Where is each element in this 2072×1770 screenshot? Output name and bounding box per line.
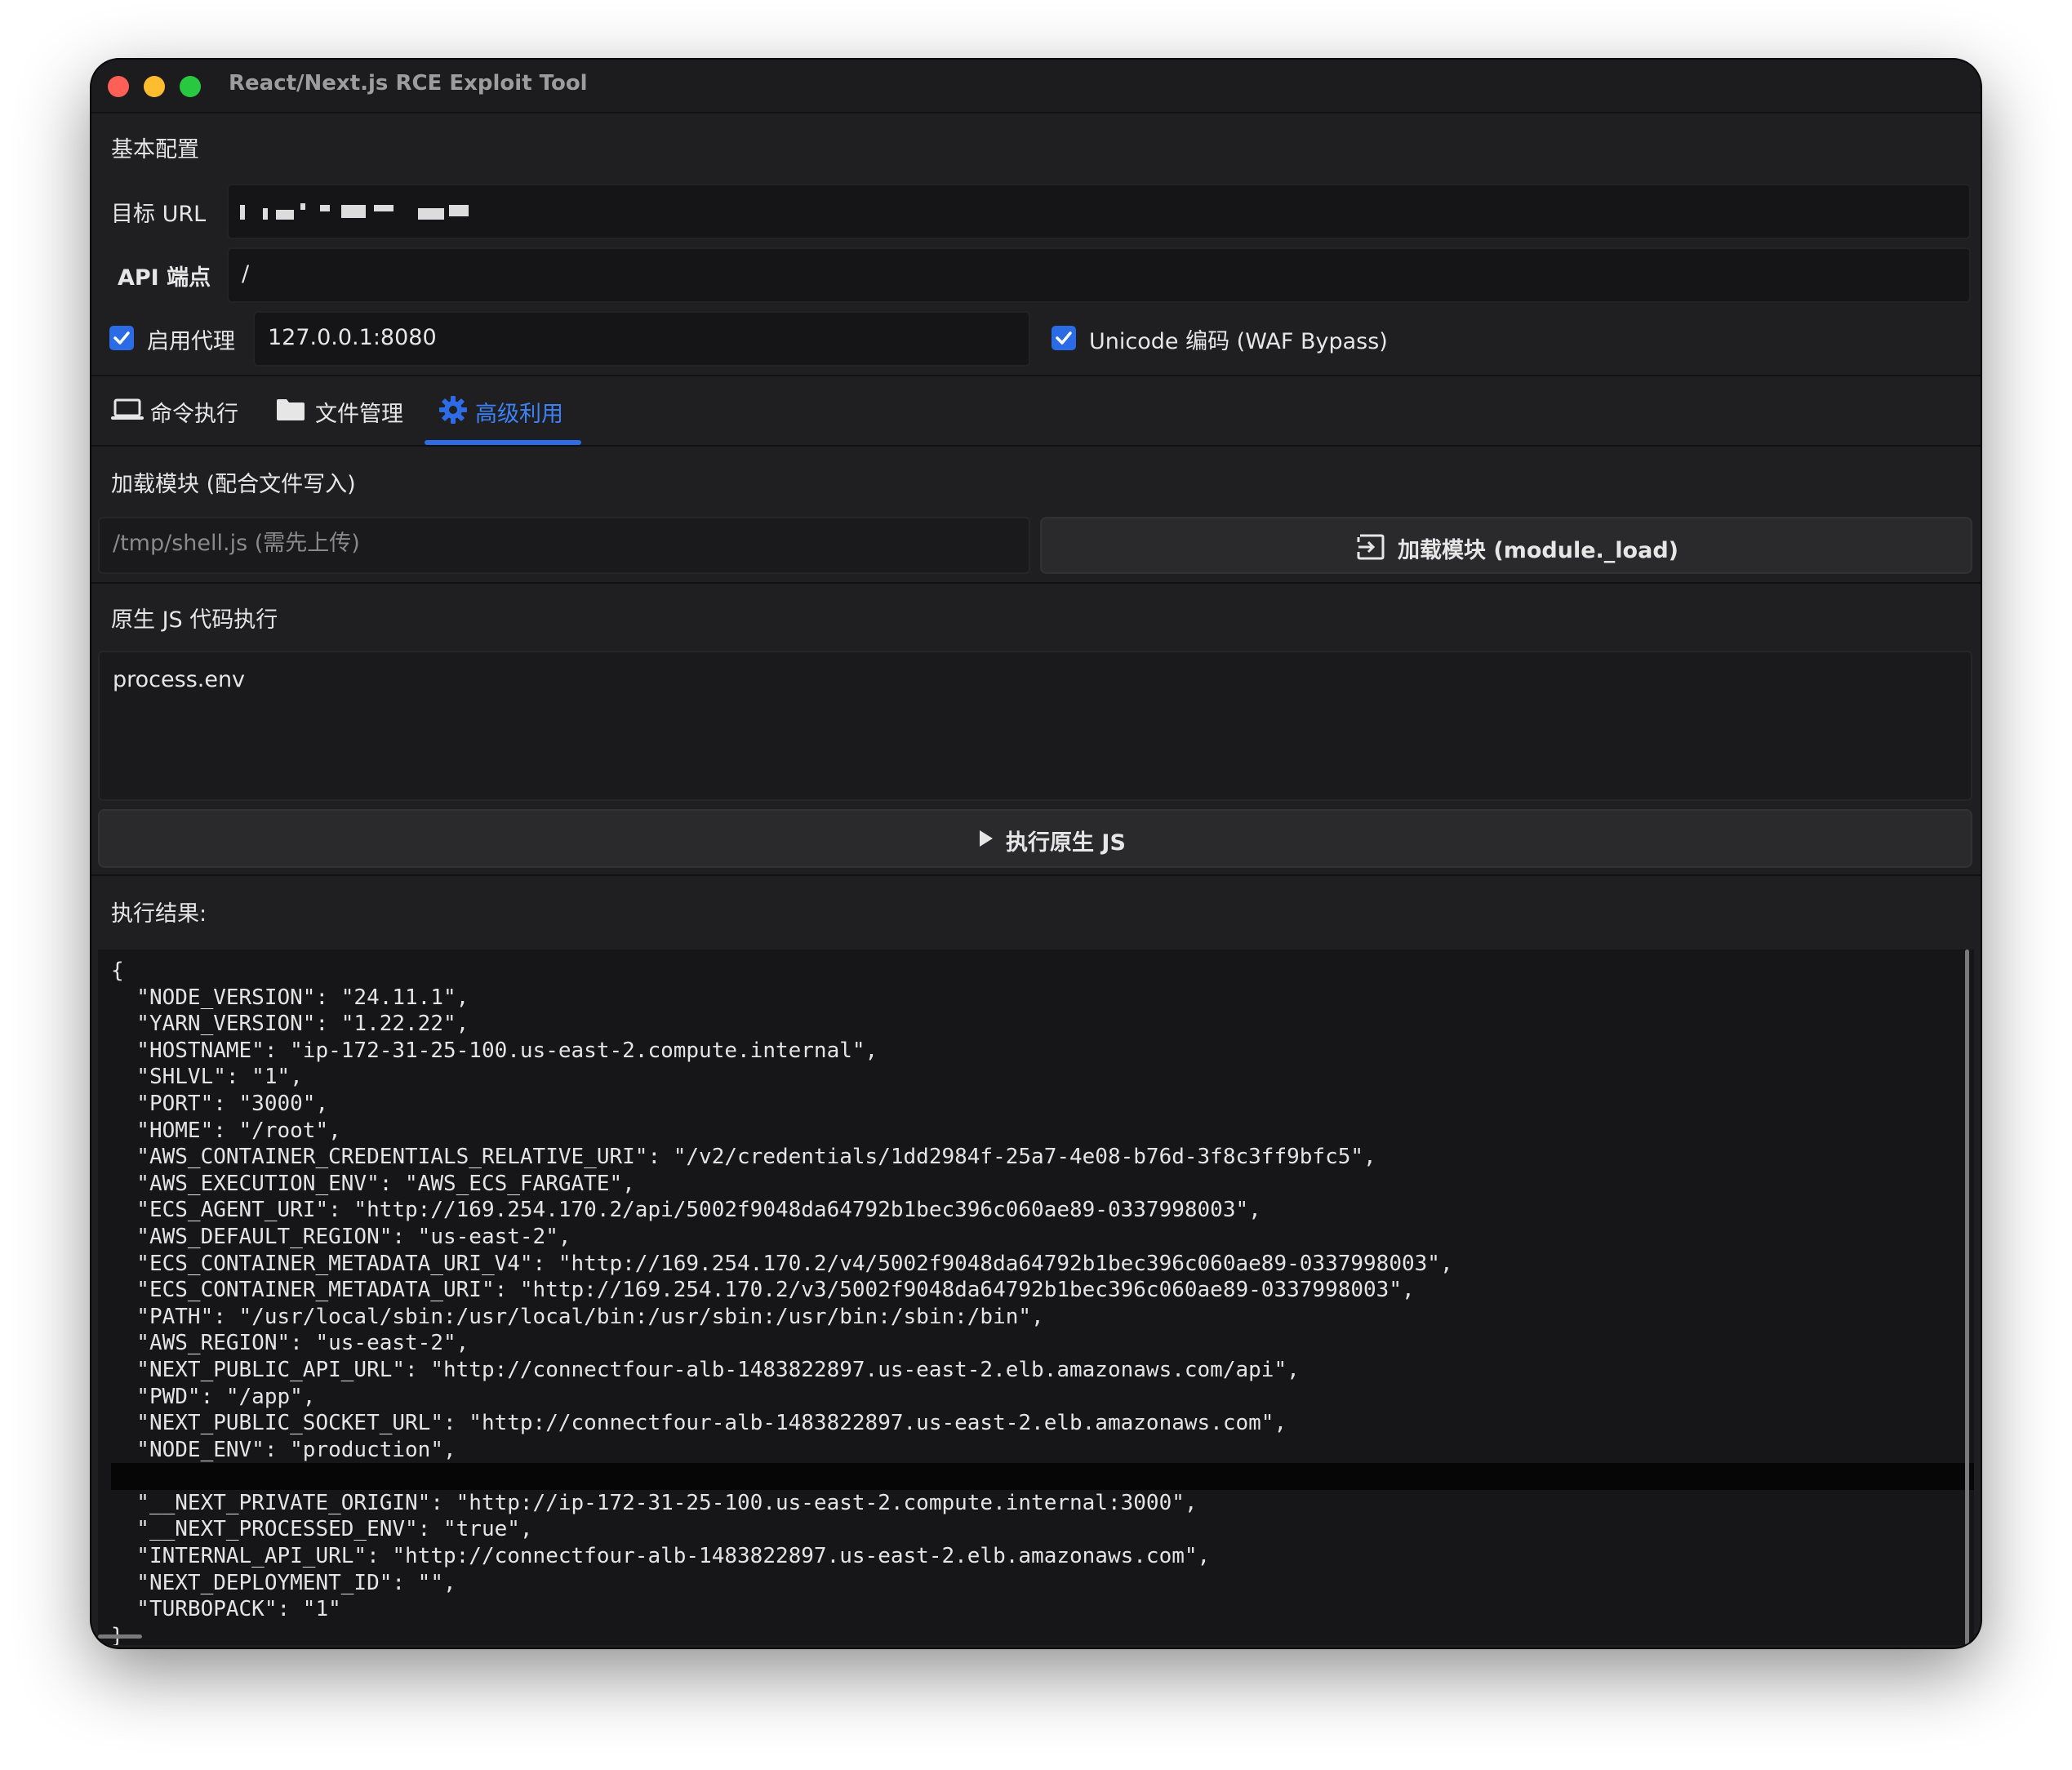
load-module-button[interactable]: 加载模块 (module._load) — [1040, 517, 1972, 574]
load-module-label: 加载模块 (module._load) — [1398, 538, 1678, 563]
play-icon — [980, 830, 993, 847]
output-line: { — [111, 958, 124, 983]
output-line: "ECS_CONTAINER_METADATA_URI": "http://16… — [111, 1278, 1415, 1303]
checkmark-icon — [1056, 331, 1072, 345]
proxy-checkbox[interactable] — [109, 326, 134, 350]
output-line: "HOSTNAME": "ip-172-31-25-100.us-east-2.… — [111, 1038, 878, 1063]
result-title: 执行结果: — [111, 901, 207, 927]
vertical-scrollbar[interactable] — [1965, 949, 1969, 1645]
tab-advanced-exploit[interactable]: 高级利用 — [439, 385, 578, 434]
output-line: "NEXT_DEPLOYMENT_ID": "", — [111, 1570, 456, 1595]
output-line: "YARN_VERSION": "1.22.22", — [111, 1012, 469, 1037]
divider — [91, 582, 1981, 584]
tab-file-management[interactable]: 文件管理 — [276, 385, 407, 434]
title-bar: React/Next.js RCE Exploit Tool — [91, 60, 1981, 113]
native-js-section-title: 原生 JS 代码执行 — [111, 607, 278, 633]
output-line: "TURBOPACK": "1" — [111, 1597, 341, 1622]
output-line: "NEXT_PUBLIC_SOCKET_URL": "http://connec… — [111, 1411, 1287, 1436]
output-line: "AWS_CONTAINER_CREDENTIALS_RELATIVE_URI"… — [111, 1145, 1376, 1170]
output-line: "PATH": "/usr/local/sbin:/usr/local/bin:… — [111, 1304, 1044, 1329]
output-line: "NODE_ENV": "production", — [111, 1437, 456, 1462]
config-section-title: 基本配置 — [111, 137, 199, 162]
tab-label: 命令执行 — [150, 402, 238, 427]
target-url-input[interactable] — [227, 184, 1971, 239]
output-line: "INTERNAL_API_URL": "http://connectfour-… — [111, 1544, 1211, 1569]
app-window: React/Next.js RCE Exploit Tool 基本配置 目标 U… — [91, 60, 1981, 1648]
api-endpoint-input[interactable]: / — [227, 247, 1971, 303]
unicode-encoding-checkbox[interactable] — [1052, 326, 1076, 350]
output-line: "SHLVL": "1", — [111, 1065, 303, 1090]
minimize-window-button[interactable] — [144, 76, 165, 97]
target-url-label: 目标 URL — [111, 202, 207, 227]
output-line: "ECS_CONTAINER_METADATA_URI_V4": "http:/… — [111, 1251, 1453, 1276]
divider — [91, 445, 1981, 447]
laptop-icon — [111, 398, 144, 420]
output-line: "NODE_VERSION": "24.11.1", — [111, 985, 469, 1010]
output-line: "ECS_AGENT_URI": "http://169.254.170.2/a… — [111, 1198, 1261, 1223]
window-title: React/Next.js RCE Exploit Tool — [229, 71, 588, 96]
js-code-editor[interactable]: process.env — [98, 651, 1972, 801]
divider — [91, 375, 1981, 376]
gear-icon — [439, 396, 467, 424]
output-line: "AWS_DEFAULT_REGION": "us-east-2", — [111, 1224, 571, 1249]
output-line: "PWD": "/app", — [111, 1384, 316, 1409]
run-js-label: 执行原生 JS — [1006, 830, 1126, 856]
output-line: "__NEXT_PROCESSED_ENV": "true", — [111, 1517, 533, 1542]
tab-bar: 命令执行 文件管理 高级利用 — [91, 385, 1981, 437]
module-path-input[interactable]: /tmp/shell.js (需先上传) — [98, 517, 1030, 574]
result-output[interactable]: { "NODE_VERSION": "24.11.1", "YARN_VERSI… — [98, 949, 1974, 1645]
tab-label: 高级利用 — [475, 402, 563, 427]
folder-icon — [277, 399, 305, 420]
unicode-encoding-label[interactable]: Unicode 编码 (WAF Bypass) — [1089, 323, 1388, 355]
tab-command-execution[interactable]: 命令执行 — [111, 385, 242, 434]
output-line: "HOME": "/root", — [111, 1118, 341, 1143]
horizontal-scrollbar[interactable] — [98, 1634, 142, 1639]
proxy-label[interactable]: 启用代理 — [147, 323, 235, 355]
run-js-button[interactable]: 执行原生 JS — [98, 809, 1972, 868]
output-line: "PORT": "3000", — [111, 1091, 329, 1116]
proxy-address-input[interactable]: 127.0.0.1:8080 — [253, 311, 1030, 367]
close-window-button[interactable] — [108, 76, 129, 97]
maximize-window-button[interactable] — [180, 76, 201, 97]
output-line: "AWS_REGION": "us-east-2", — [111, 1331, 469, 1356]
output-line — [111, 1463, 1974, 1490]
output-line: "__NEXT_PRIVATE_ORIGIN": "http://ip-172-… — [111, 1490, 1198, 1515]
checkmark-icon — [113, 331, 130, 345]
api-endpoint-label: API 端点 — [118, 265, 211, 291]
login-icon — [1357, 534, 1385, 560]
result-text: { "NODE_VERSION": "24.11.1", "YARN_VERSI… — [98, 949, 1974, 1645]
output-line: } — [111, 1623, 1974, 1645]
output-line: "NEXT_PUBLIC_API_URL": "http://connectfo… — [111, 1357, 1300, 1382]
divider — [91, 874, 1981, 876]
tab-label: 文件管理 — [315, 402, 403, 427]
redacted-url-value — [240, 203, 485, 221]
module-section-title: 加载模块 (配合文件写入) — [111, 472, 356, 497]
output-line: "AWS_EXECUTION_ENV": "AWS_ECS_FARGATE", — [111, 1171, 635, 1196]
